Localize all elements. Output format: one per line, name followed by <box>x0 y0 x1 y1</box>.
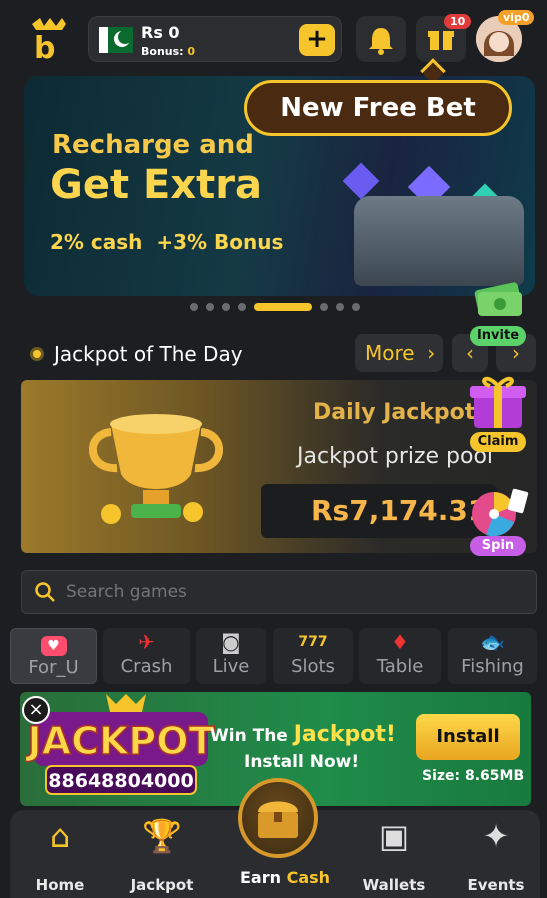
earn-cash-label: Earn Cash <box>240 868 330 887</box>
bell-icon <box>369 28 393 55</box>
claim-label: Claim <box>470 432 526 452</box>
invite-label: Invite <box>470 326 526 346</box>
tab-label: Table <box>376 656 424 677</box>
nav-label: Wallets <box>362 876 426 894</box>
tab-label: Crash <box>120 656 173 677</box>
chevron-right-icon: › <box>420 341 436 365</box>
more-button[interactable]: More › <box>355 334 443 372</box>
camera-icon: ◙ <box>221 630 241 654</box>
gem-decoration-icon <box>342 162 380 200</box>
balance-panel: Rs 0 Bonus: 0 + <box>88 16 342 62</box>
tab-table[interactable]: ♦ Table <box>359 628 441 684</box>
tab-slots[interactable]: 777 Slots <box>273 628 353 684</box>
carousel-dot-active[interactable] <box>254 303 312 311</box>
wheel-icon <box>472 488 529 537</box>
jackpot-section-label: Jackpot of The Day <box>54 342 243 366</box>
tab-label: Slots <box>291 656 335 677</box>
daily-jackpot-title: Daily Jackpot <box>313 400 476 425</box>
jackpot-logo-icon: JACKPOT 88648804000 <box>26 694 215 795</box>
bonus-line: Bonus: 0 <box>141 45 195 58</box>
trophy-icon: 🏆 <box>142 817 182 855</box>
banner-title-line1: Recharge and <box>52 130 254 160</box>
search-input[interactable] <box>66 582 466 602</box>
bullet-icon <box>30 347 44 361</box>
app-logo[interactable]: b <box>28 16 70 66</box>
search-bar[interactable] <box>21 570 537 614</box>
nav-wallets[interactable]: ▣ Wallets <box>346 816 442 894</box>
nav-label: Events <box>467 876 525 894</box>
carousel-dot[interactable] <box>352 303 360 311</box>
nav-jackpot[interactable]: 🏆 Jackpot <box>114 816 210 894</box>
claim-widget[interactable]: Claim <box>466 370 530 452</box>
win-highlight: Jackpot! <box>293 722 396 747</box>
bonus-label: Bonus: <box>141 45 184 58</box>
currency-label: Rs <box>141 23 163 42</box>
heart-icon: ♥ <box>11 629 96 657</box>
pakistan-flag-icon <box>99 27 133 53</box>
tab-label: Live <box>212 656 250 677</box>
svg-text:b: b <box>34 31 55 62</box>
nav-label: Jackpot <box>130 876 194 894</box>
slot-machine-icon: 777 <box>298 634 328 650</box>
nav-events[interactable]: ✦ Events <box>448 816 544 894</box>
jackpot-word: JACKPOT <box>26 719 215 763</box>
nav-label: Home <box>35 876 85 894</box>
app-size-label: Size: 8.65MB <box>422 768 525 784</box>
search-icon <box>35 582 55 602</box>
party-popper-icon: ✦ <box>482 817 510 855</box>
banner-subtitle: 2% cash +3% Bonus <box>50 230 284 254</box>
jackpot-section-title: Jackpot of The Day <box>30 342 243 366</box>
balance-value: 0 <box>168 23 180 42</box>
deposit-button[interactable]: + <box>299 24 335 56</box>
close-icon: × <box>28 699 44 720</box>
tab-label: Fishing <box>461 656 524 677</box>
nav-home[interactable]: ⌂ Home <box>12 816 108 894</box>
notification-button[interactable] <box>356 16 406 62</box>
bonus-value: 0 <box>187 45 196 58</box>
banner-title-line2: Get Extra <box>50 162 262 208</box>
more-label: More <box>365 341 415 365</box>
install-button[interactable]: Install <box>416 714 520 760</box>
daily-jackpot-card[interactable]: Daily Jackpot Jackpot prize pool Rs7,174… <box>21 380 537 553</box>
carousel-dot[interactable] <box>238 303 246 311</box>
carousel-dot[interactable] <box>222 303 230 311</box>
trophy-icon <box>89 414 223 524</box>
jackpot-number: 88648804000 <box>48 770 193 792</box>
gift-box-icon <box>470 376 526 428</box>
home-icon: ⌂ <box>49 817 71 855</box>
vip-badge: vip0 <box>498 10 535 25</box>
tab-live[interactable]: ◙ Live <box>196 628 266 684</box>
carousel-dot[interactable] <box>206 303 214 311</box>
earn-cash-button[interactable] <box>238 778 318 858</box>
treasure-chest-icon <box>258 801 298 838</box>
new-free-bet-tooltip[interactable]: New Free Bet <box>244 80 512 136</box>
cards-icon: ♦ <box>391 630 409 654</box>
jackpot-prize-pool-label: Jackpot prize pool <box>297 444 494 469</box>
money-stack-icon <box>474 282 522 316</box>
carousel-dot[interactable] <box>320 303 328 311</box>
tab-label: For_U <box>28 657 79 678</box>
carousel-indicator <box>190 303 360 311</box>
spin-label: Spin <box>470 536 526 556</box>
jackpot-amount-box: Rs7,174.31 <box>261 484 497 538</box>
win-prefix: Win The <box>210 726 288 746</box>
carousel-dot[interactable] <box>190 303 198 311</box>
tab-crash[interactable]: ✈ Crash <box>103 628 190 684</box>
win-jackpot-text: Win The Jackpot! <box>210 722 396 747</box>
fish-icon: 🐟 <box>480 630 505 654</box>
spin-widget[interactable]: Spin <box>466 488 530 556</box>
carousel-dot[interactable] <box>336 303 344 311</box>
jackpot-amount: Rs7,174.31 <box>311 494 488 527</box>
tab-for-u[interactable]: ♥ For_U <box>10 628 97 684</box>
wallet-icon: ▣ <box>378 817 410 855</box>
tab-fishing[interactable]: 🐟 Fishing <box>448 628 537 684</box>
earn-prefix: Earn <box>240 868 282 887</box>
balance-amount: Rs 0 <box>141 23 180 42</box>
install-now-text: Install Now! <box>244 752 360 772</box>
plane-icon: ✈ <box>138 630 155 654</box>
earn-highlight: Cash <box>286 868 331 887</box>
close-button[interactable]: × <box>22 696 50 724</box>
invite-widget[interactable]: Invite <box>466 268 530 346</box>
notification-badge: 10 <box>444 14 472 29</box>
